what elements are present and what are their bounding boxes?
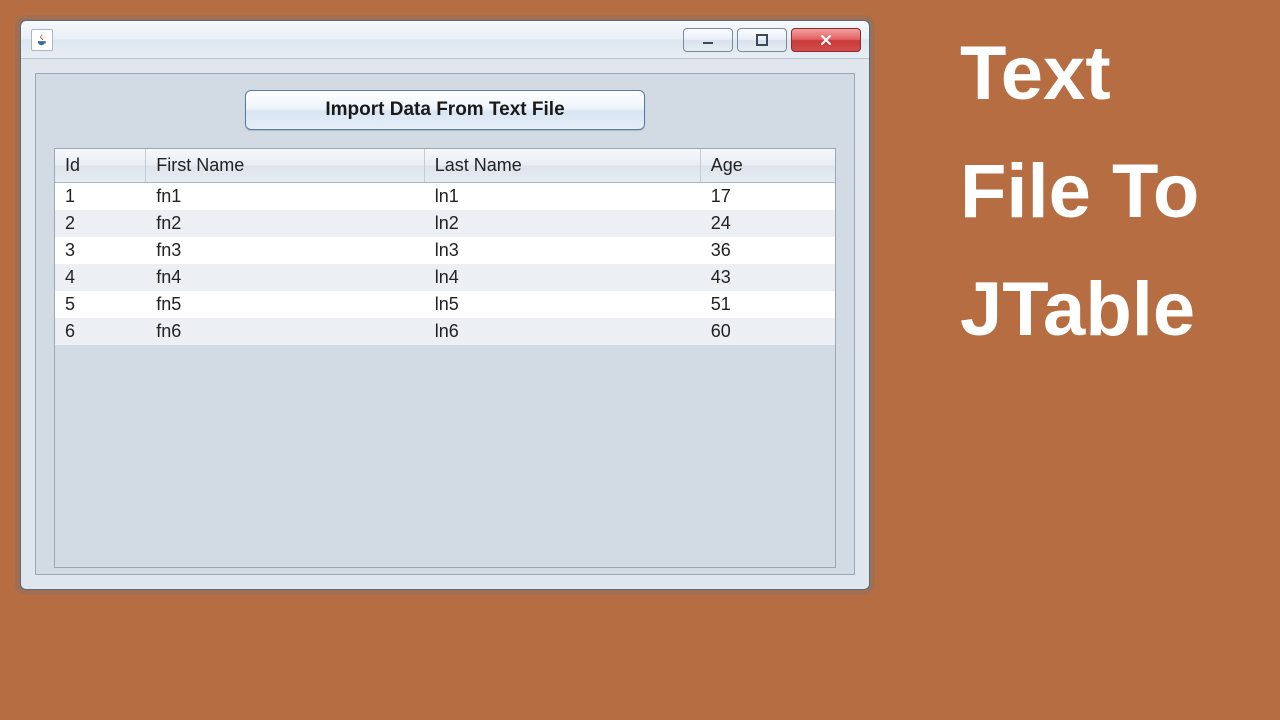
table-row[interactable]: 1fn1ln117 (55, 183, 835, 211)
titlebar[interactable] (21, 21, 869, 59)
minimize-button[interactable] (683, 28, 733, 52)
col-header-id[interactable]: Id (55, 149, 146, 183)
cell-id: 5 (55, 291, 146, 318)
cell-id: 3 (55, 237, 146, 264)
data-table: Id First Name Last Name Age 1fn1ln1172fn… (55, 149, 835, 345)
cell-last: ln5 (424, 291, 700, 318)
table-row[interactable]: 3fn3ln336 (55, 237, 835, 264)
side-caption: Text File To JTable (960, 15, 1270, 368)
cell-id: 6 (55, 318, 146, 345)
cell-age: 24 (700, 210, 834, 237)
cell-id: 4 (55, 264, 146, 291)
table-row[interactable]: 4fn4ln443 (55, 264, 835, 291)
table-row[interactable]: 6fn6ln660 (55, 318, 835, 345)
cell-first: fn4 (146, 264, 425, 291)
maximize-button[interactable] (737, 28, 787, 52)
cell-first: fn1 (146, 183, 425, 211)
cell-last: ln6 (424, 318, 700, 345)
col-header-age[interactable]: Age (700, 149, 834, 183)
cell-last: ln2 (424, 210, 700, 237)
cell-last: ln3 (424, 237, 700, 264)
cell-first: fn6 (146, 318, 425, 345)
cell-id: 1 (55, 183, 146, 211)
app-window: Import Data From Text File Id First Name… (20, 20, 870, 590)
cell-last: ln1 (424, 183, 700, 211)
side-caption-line: JTable (960, 251, 1270, 369)
window-body: Import Data From Text File Id First Name… (21, 59, 869, 589)
cell-first: fn3 (146, 237, 425, 264)
window-controls (683, 28, 861, 52)
cell-first: fn2 (146, 210, 425, 237)
content-panel: Import Data From Text File Id First Name… (35, 73, 855, 575)
side-caption-line: Text (960, 15, 1270, 133)
import-data-button[interactable]: Import Data From Text File (245, 90, 645, 130)
cell-age: 60 (700, 318, 834, 345)
import-data-button-label: Import Data From Text File (325, 99, 564, 121)
cell-first: fn5 (146, 291, 425, 318)
java-cup-icon (31, 29, 53, 51)
side-caption-line: File To (960, 133, 1270, 251)
cell-age: 36 (700, 237, 834, 264)
cell-age: 17 (700, 183, 834, 211)
cell-age: 51 (700, 291, 834, 318)
table-header-row: Id First Name Last Name Age (55, 149, 835, 183)
col-header-last-name[interactable]: Last Name (424, 149, 700, 183)
cell-age: 43 (700, 264, 834, 291)
data-table-container: Id First Name Last Name Age 1fn1ln1172fn… (54, 148, 836, 568)
table-row[interactable]: 2fn2ln224 (55, 210, 835, 237)
cell-id: 2 (55, 210, 146, 237)
close-button[interactable] (791, 28, 861, 52)
col-header-first-name[interactable]: First Name (146, 149, 425, 183)
cell-last: ln4 (424, 264, 700, 291)
table-row[interactable]: 5fn5ln551 (55, 291, 835, 318)
